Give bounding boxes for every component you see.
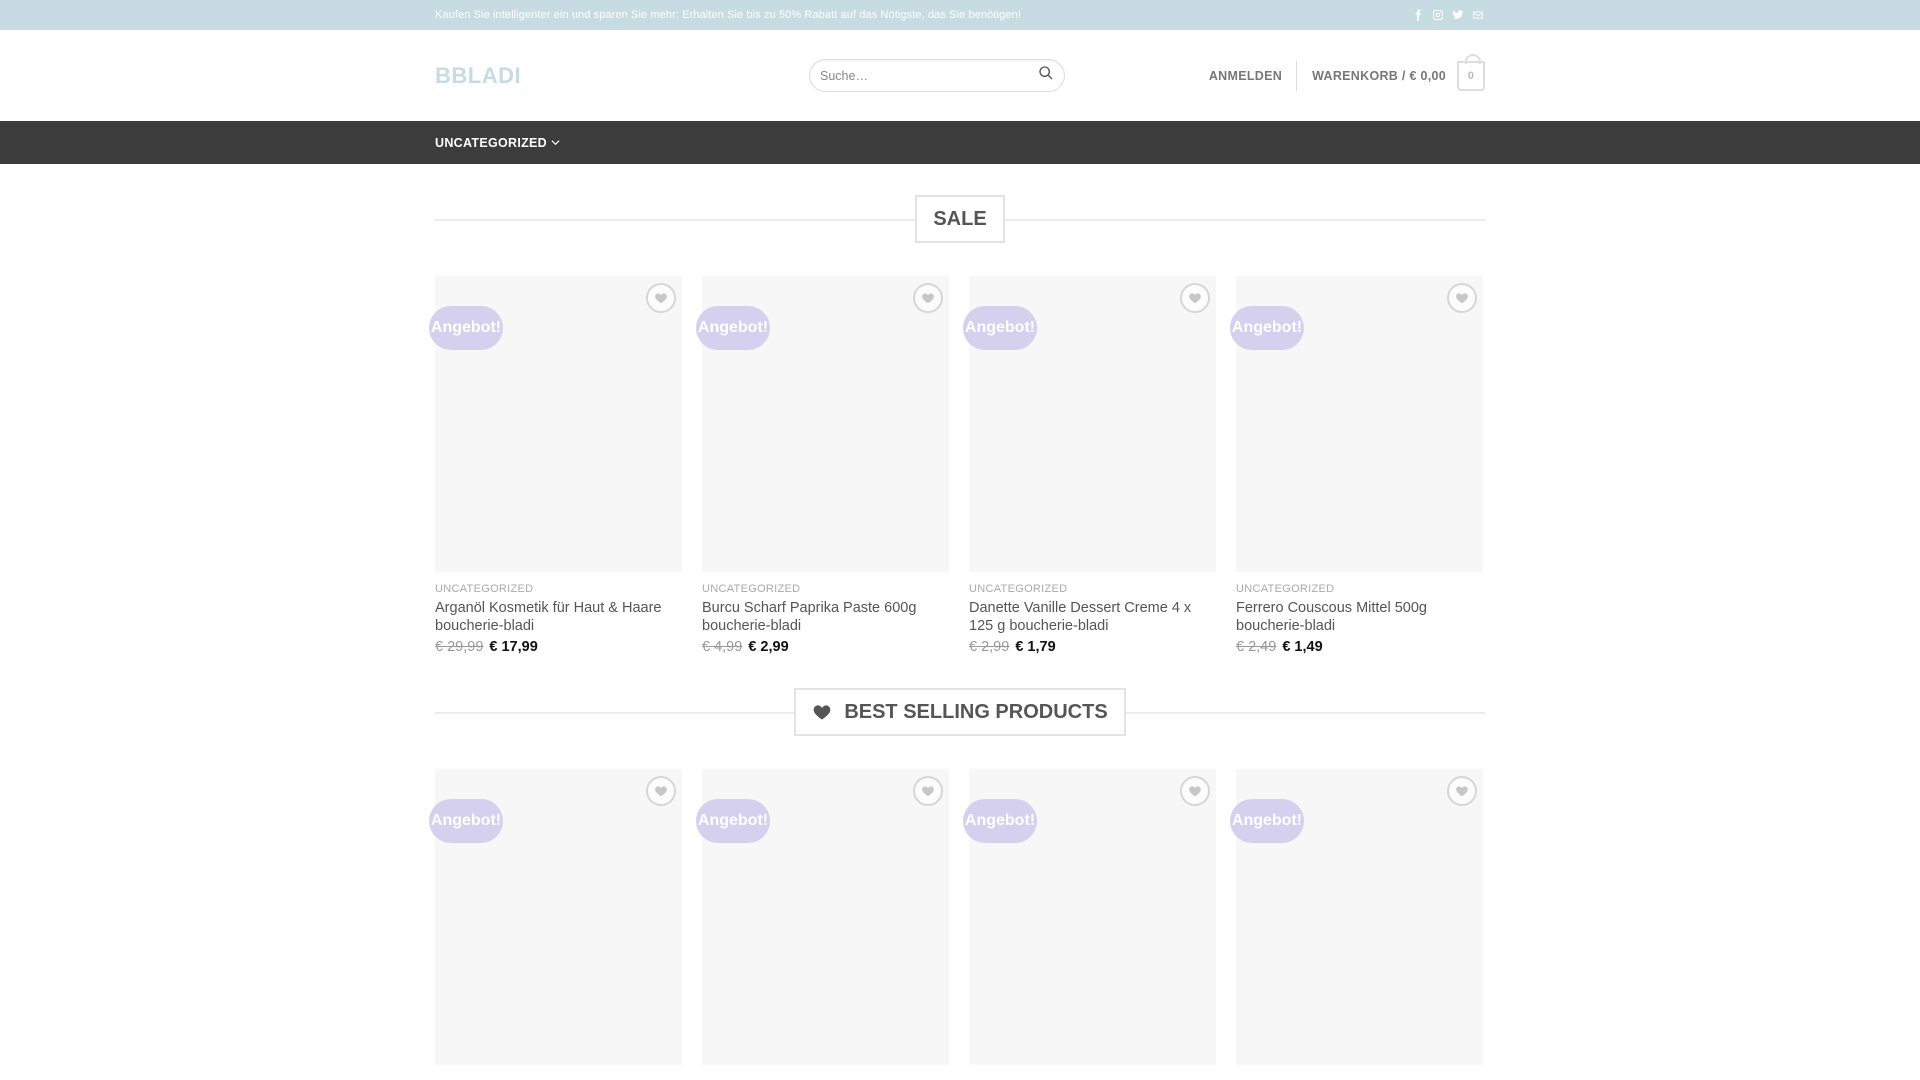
old-price: € 29,99 — [435, 639, 484, 655]
nav-item-uncategorized[interactable]: UNCATEGORIZED — [435, 136, 560, 150]
main-nav: UNCATEGORIZED — [0, 121, 1920, 164]
site-header: BBLADI ANMELDEN WARENKORB / € 0,00 0 — [0, 30, 1920, 121]
nav-item-label: UNCATEGORIZED — [435, 135, 547, 150]
product-card[interactable]: Angebot! — [429, 769, 682, 1065]
twitter-icon[interactable] — [1451, 8, 1465, 22]
wishlist-button[interactable] — [646, 776, 676, 806]
sale-badge: Angebot! — [963, 799, 1037, 843]
heart-icon — [655, 786, 667, 797]
sale-price: € 1,49 — [1282, 639, 1323, 655]
wishlist-button[interactable] — [1180, 776, 1210, 806]
old-price: € 4,99 — [702, 639, 743, 655]
heart-icon — [1189, 786, 1201, 797]
section-title-best-selling: BEST SELLING PRODUCTS — [435, 688, 1485, 736]
product-category[interactable]: UNCATEGORIZED — [435, 583, 682, 595]
heart-icon — [922, 786, 934, 797]
facebook-icon[interactable] — [1411, 8, 1425, 22]
sale-badge: Angebot! — [429, 799, 503, 843]
product-card[interactable]: Angebot! UNCATEGORIZED Danette Vanille D… — [963, 276, 1216, 655]
product-grid-best-selling: Angebot! Angebot! Angebot! Angebot! — [429, 769, 1485, 1065]
instagram-icon[interactable] — [1431, 8, 1445, 22]
wishlist-button[interactable] — [1447, 776, 1477, 806]
cart-link[interactable]: WARENKORB / € 0,00 0 — [1312, 53, 1485, 91]
product-image[interactable]: Angebot! — [963, 276, 1216, 572]
top-bar: Kaufen Sie intelligenter ein und sparen … — [0, 0, 1920, 30]
heart-icon — [1456, 293, 1468, 304]
product-price: € 4,99 € 2,99 — [702, 639, 949, 655]
sale-badge: Angebot! — [1230, 799, 1304, 843]
search-input[interactable] — [820, 68, 1038, 83]
product-card[interactable]: Angebot! UNCATEGORIZED Ferrero Couscous … — [1230, 276, 1483, 655]
cart-label: WARENKORB / € 0,00 — [1312, 68, 1446, 83]
product-card[interactable]: Angebot! UNCATEGORIZED Arganöl Kosmetik … — [429, 276, 682, 655]
heart-icon — [922, 293, 934, 304]
product-price: € 2,99 € 1,79 — [969, 639, 1216, 655]
header-actions: ANMELDEN WARENKORB / € 0,00 0 — [1209, 53, 1485, 91]
product-card[interactable]: Angebot! — [696, 769, 949, 1065]
heart-icon — [655, 293, 667, 304]
product-card[interactable]: Angebot! UNCATEGORIZED Burcu Scharf Papr… — [696, 276, 949, 655]
sale-badge: Angebot! — [429, 306, 503, 350]
social-links — [1411, 8, 1485, 22]
search-icon[interactable] — [1038, 65, 1054, 86]
sale-price: € 17,99 — [489, 639, 538, 655]
sale-price: € 2,99 — [748, 639, 789, 655]
wishlist-button[interactable] — [1447, 283, 1477, 313]
product-image[interactable]: Angebot! — [963, 769, 1216, 1065]
product-image[interactable]: Angebot! — [429, 769, 682, 1065]
product-card[interactable]: Angebot! — [963, 769, 1216, 1065]
product-category[interactable]: UNCATEGORIZED — [1236, 583, 1483, 595]
promo-text: Kaufen Sie intelligenter ein und sparen … — [435, 9, 1021, 21]
product-category[interactable]: UNCATEGORIZED — [969, 583, 1216, 595]
product-image[interactable]: Angebot! — [1230, 769, 1483, 1065]
heart-icon — [1456, 786, 1468, 797]
product-price: € 29,99 € 17,99 — [435, 639, 682, 655]
old-price: € 2,99 — [969, 639, 1010, 655]
sale-badge: Angebot! — [696, 799, 770, 843]
sale-badge: Angebot! — [1230, 306, 1304, 350]
search-box — [809, 59, 1065, 92]
product-image[interactable]: Angebot! — [696, 276, 949, 572]
section-title-sale: SALE — [435, 195, 1485, 243]
heart-icon — [1189, 293, 1201, 304]
sale-badge: Angebot! — [963, 306, 1037, 350]
wishlist-button[interactable] — [646, 283, 676, 313]
section-title-box: BEST SELLING PRODUCTS — [794, 688, 1126, 736]
chevron-down-icon — [551, 140, 560, 146]
heart-icon — [814, 705, 831, 720]
product-image[interactable]: Angebot! — [1230, 276, 1483, 572]
wishlist-button[interactable] — [913, 776, 943, 806]
cart-count-badge: 0 — [1457, 53, 1485, 91]
product-name[interactable]: Burcu Scharf Paprika Paste 600g boucheri… — [702, 599, 949, 635]
login-link[interactable]: ANMELDEN — [1209, 60, 1298, 91]
product-image[interactable]: Angebot! — [429, 276, 682, 572]
product-card[interactable]: Angebot! — [1230, 769, 1483, 1065]
product-category[interactable]: UNCATEGORIZED — [702, 583, 949, 595]
product-name[interactable]: Danette Vanille Dessert Creme 4 x 125 g … — [969, 599, 1216, 635]
email-icon[interactable] — [1471, 8, 1485, 22]
product-name[interactable]: Arganöl Kosmetik für Haut & Haare bouche… — [435, 599, 682, 635]
section-title-box: SALE — [915, 195, 1005, 243]
old-price: € 2,49 — [1236, 639, 1277, 655]
product-name[interactable]: Ferrero Couscous Mittel 500g boucherie-b… — [1236, 599, 1483, 635]
wishlist-button[interactable] — [913, 283, 943, 313]
section-title-text: SALE — [933, 207, 987, 230]
wishlist-button[interactable] — [1180, 283, 1210, 313]
site-logo[interactable]: BBLADI — [435, 63, 809, 89]
sale-price: € 1,79 — [1015, 639, 1056, 655]
product-grid-sale: Angebot! UNCATEGORIZED Arganöl Kosmetik … — [429, 276, 1485, 655]
product-image[interactable]: Angebot! — [696, 769, 949, 1065]
product-price: € 2,49 € 1,49 — [1236, 639, 1483, 655]
sale-badge: Angebot! — [696, 306, 770, 350]
section-title-text: BEST SELLING PRODUCTS — [844, 700, 1108, 723]
